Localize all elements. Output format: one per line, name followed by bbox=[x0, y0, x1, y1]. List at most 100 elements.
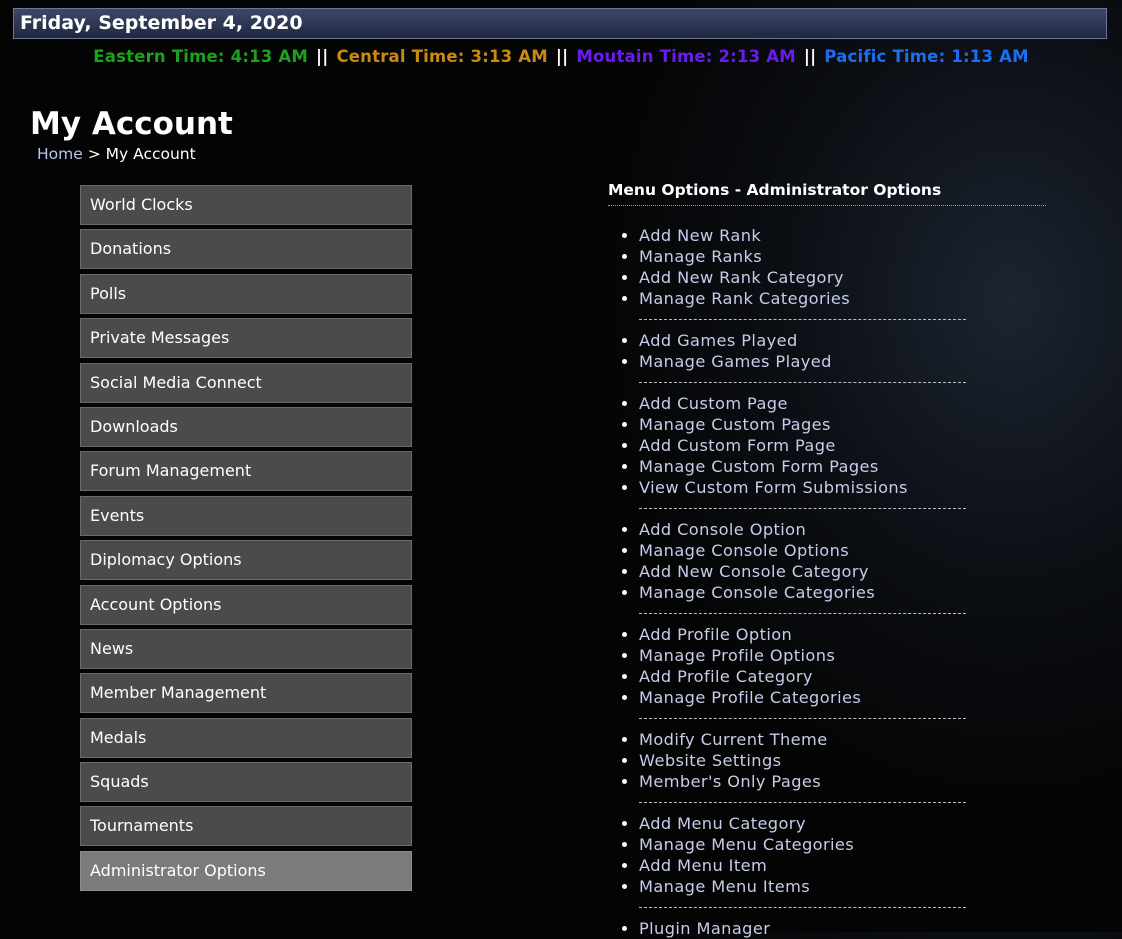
option-link-manage-rank-categories[interactable]: Manage Rank Categories bbox=[639, 289, 850, 308]
breadcrumb-separator: > bbox=[87, 145, 101, 163]
panel-title: Menu Options - Administrator Options bbox=[608, 181, 1046, 206]
sidebar-item-account-options[interactable]: Account Options bbox=[80, 584, 412, 625]
option-link-add-new-rank[interactable]: Add New Rank bbox=[639, 226, 761, 245]
list-item: Manage Custom Pages bbox=[639, 414, 1046, 435]
group-divider bbox=[639, 613, 966, 614]
date-bar: Friday, September 4, 2020 bbox=[13, 8, 1107, 39]
option-link-add-console-option[interactable]: Add Console Option bbox=[639, 520, 806, 539]
world-clocks-bar: Eastern Time: 4:13 AM || Central Time: 3:1… bbox=[0, 47, 1122, 66]
list-item: Modify Current Theme bbox=[639, 729, 1046, 750]
list-item: Add Custom Page bbox=[639, 393, 1046, 414]
list-item: Manage Menu Items bbox=[639, 876, 1046, 897]
option-link-manage-games-played[interactable]: Manage Games Played bbox=[639, 352, 832, 371]
option-link-add-games-played[interactable]: Add Games Played bbox=[639, 331, 798, 350]
option-link-add-custom-form-page[interactable]: Add Custom Form Page bbox=[639, 436, 836, 455]
menu-options-panel: Menu Options - Administrator Options Add… bbox=[608, 181, 1046, 939]
option-link-add-new-rank-category[interactable]: Add New Rank Category bbox=[639, 268, 844, 287]
clock-central: Central Time: 3:13 AM bbox=[336, 47, 548, 66]
option-link-manage-menu-categories[interactable]: Manage Menu Categories bbox=[639, 835, 854, 854]
list-item: Manage Custom Form Pages bbox=[639, 456, 1046, 477]
group-divider bbox=[639, 907, 966, 908]
sidebar-item-member-management[interactable]: Member Management bbox=[80, 673, 412, 714]
list-item: Website Settings bbox=[639, 750, 1046, 771]
list-item: Manage Profile Categories bbox=[639, 687, 1046, 708]
clock-mountain: Moutain Time: 2:13 AM bbox=[576, 47, 796, 66]
sidebar-item-events[interactable]: Events bbox=[80, 495, 412, 536]
breadcrumb-current: My Account bbox=[105, 145, 196, 163]
list-item: Add Games Played bbox=[639, 330, 1046, 351]
account-sidebar: World Clocks Donations Polls Private Messag… bbox=[80, 185, 412, 895]
page-title: My Account bbox=[30, 106, 233, 142]
option-link-manage-console-options[interactable]: Manage Console Options bbox=[639, 541, 849, 560]
list-item: Add Profile Category bbox=[639, 666, 1046, 687]
option-group: Add Games Played Manage Games Played bbox=[608, 330, 1046, 372]
clock-separator: || bbox=[803, 47, 817, 66]
option-link-member-s-only-pages[interactable]: Member's Only Pages bbox=[639, 772, 821, 791]
clock-pacific: Pacific Time: 1:13 AM bbox=[824, 47, 1029, 66]
sidebar-item-tournaments[interactable]: Tournaments bbox=[80, 806, 412, 847]
option-group: Add Menu Category Manage Menu Categories A… bbox=[608, 813, 1046, 897]
option-group: Add Console Option Manage Console Options… bbox=[608, 519, 1046, 603]
sidebar-item-polls[interactable]: Polls bbox=[80, 273, 412, 314]
option-link-add-menu-item[interactable]: Add Menu Item bbox=[639, 856, 767, 875]
sidebar-item-forum-management[interactable]: Forum Management bbox=[80, 451, 412, 492]
option-link-manage-console-categories[interactable]: Manage Console Categories bbox=[639, 583, 875, 602]
list-item: Add New Rank bbox=[639, 225, 1046, 246]
list-item: Add Console Option bbox=[639, 519, 1046, 540]
sidebar-item-downloads[interactable]: Downloads bbox=[80, 406, 412, 447]
list-item: Add New Rank Category bbox=[639, 267, 1046, 288]
list-item: Add New Console Category bbox=[639, 561, 1046, 582]
clock-eastern: Eastern Time: 4:13 AM bbox=[93, 47, 309, 66]
option-link-manage-ranks[interactable]: Manage Ranks bbox=[639, 247, 762, 266]
list-item: Add Menu Category bbox=[639, 813, 1046, 834]
option-group: Plugin Manager bbox=[608, 918, 1046, 939]
option-group: Add Profile Option Manage Profile Options… bbox=[608, 624, 1046, 708]
list-item: Add Custom Form Page bbox=[639, 435, 1046, 456]
list-item: Member's Only Pages bbox=[639, 771, 1046, 792]
group-divider bbox=[639, 802, 966, 803]
sidebar-item-medals[interactable]: Medals bbox=[80, 717, 412, 758]
option-link-add-custom-page[interactable]: Add Custom Page bbox=[639, 394, 788, 413]
list-item: Add Menu Item bbox=[639, 855, 1046, 876]
list-item: Manage Rank Categories bbox=[639, 288, 1046, 309]
option-link-modify-current-theme[interactable]: Modify Current Theme bbox=[639, 730, 828, 749]
group-divider bbox=[639, 718, 966, 719]
group-divider bbox=[639, 508, 966, 509]
option-link-manage-menu-items[interactable]: Manage Menu Items bbox=[639, 877, 810, 896]
group-divider bbox=[639, 319, 966, 320]
sidebar-item-private-messages[interactable]: Private Messages bbox=[80, 318, 412, 359]
list-item: View Custom Form Submissions bbox=[639, 477, 1046, 498]
sidebar-item-donations[interactable]: Donations bbox=[80, 229, 412, 270]
sidebar-item-diplomacy-options[interactable]: Diplomacy Options bbox=[80, 540, 412, 581]
clock-separator: || bbox=[555, 47, 569, 66]
sidebar-item-social-media-connect[interactable]: Social Media Connect bbox=[80, 362, 412, 403]
option-link-manage-profile-options[interactable]: Manage Profile Options bbox=[639, 646, 835, 665]
option-link-view-custom-form-submissions[interactable]: View Custom Form Submissions bbox=[639, 478, 908, 497]
option-link-add-profile-option[interactable]: Add Profile Option bbox=[639, 625, 792, 644]
breadcrumb-home-link[interactable]: Home bbox=[37, 145, 83, 163]
option-link-manage-profile-categories[interactable]: Manage Profile Categories bbox=[639, 688, 861, 707]
clock-separator: || bbox=[316, 47, 329, 66]
option-link-add-new-console-category[interactable]: Add New Console Category bbox=[639, 562, 869, 581]
sidebar-item-squads[interactable]: Squads bbox=[80, 762, 412, 803]
option-link-plugin-manager[interactable]: Plugin Manager bbox=[639, 919, 770, 938]
option-link-add-menu-category[interactable]: Add Menu Category bbox=[639, 814, 806, 833]
list-item: Manage Console Categories bbox=[639, 582, 1046, 603]
group-divider bbox=[639, 382, 966, 383]
list-item: Manage Console Options bbox=[639, 540, 1046, 561]
option-link-website-settings[interactable]: Website Settings bbox=[639, 751, 781, 770]
option-link-add-profile-category[interactable]: Add Profile Category bbox=[639, 667, 813, 686]
menu-options-list: Add New Rank Manage Ranks Add New Rank Cat… bbox=[608, 225, 1046, 939]
option-link-manage-custom-form-pages[interactable]: Manage Custom Form Pages bbox=[639, 457, 879, 476]
option-link-manage-custom-pages[interactable]: Manage Custom Pages bbox=[639, 415, 831, 434]
option-group: Add New Rank Manage Ranks Add New Rank Cat… bbox=[608, 225, 1046, 309]
option-group: Modify Current Theme Website Settings Memb… bbox=[608, 729, 1046, 792]
list-item: Plugin Manager bbox=[639, 918, 1046, 939]
list-item: Manage Games Played bbox=[639, 351, 1046, 372]
sidebar-item-administrator-options[interactable]: Administrator Options bbox=[80, 850, 412, 891]
list-item: Manage Profile Options bbox=[639, 645, 1046, 666]
breadcrumb: Home > My Account bbox=[37, 145, 196, 163]
sidebar-item-news[interactable]: News bbox=[80, 628, 412, 669]
sidebar-item-world-clocks[interactable]: World Clocks bbox=[80, 185, 412, 225]
list-item: Manage Ranks bbox=[639, 246, 1046, 267]
